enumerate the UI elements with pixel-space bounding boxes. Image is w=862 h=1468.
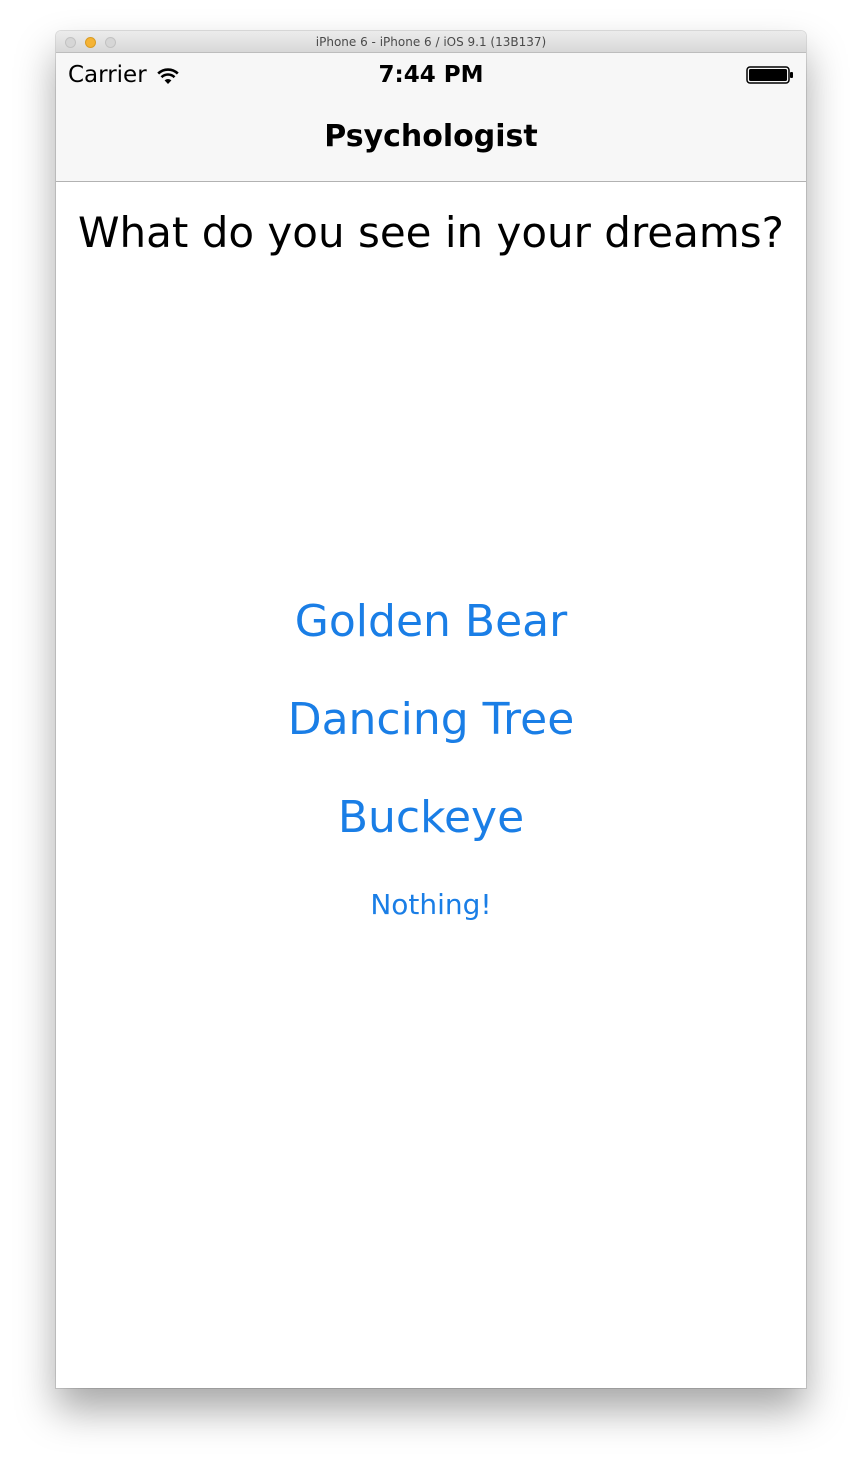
status-time: 7:44 PM <box>378 62 484 88</box>
window-title: iPhone 6 - iPhone 6 / iOS 9.1 (13B137) <box>315 35 547 49</box>
main-content: What do you see in your dreams? Golden B… <box>56 182 806 1388</box>
status-bar: Carrier 7:44 PM <box>56 53 806 97</box>
nothing-button[interactable]: Nothing! <box>56 888 806 921</box>
question-label: What do you see in your dreams? <box>78 208 784 257</box>
golden-bear-button[interactable]: Golden Bear <box>56 596 806 647</box>
simulator-window: iPhone 6 - iPhone 6 / iOS 9.1 (13B137) C… <box>56 31 806 1388</box>
navigation-bar: Psychologist <box>56 97 806 182</box>
buckeye-button[interactable]: Buckeye <box>56 792 806 843</box>
page-title: Psychologist <box>324 119 538 154</box>
battery-icon <box>746 66 793 84</box>
window-titlebar[interactable]: iPhone 6 - iPhone 6 / iOS 9.1 (13B137) <box>56 31 806 53</box>
dancing-tree-button[interactable]: Dancing Tree <box>56 694 806 745</box>
